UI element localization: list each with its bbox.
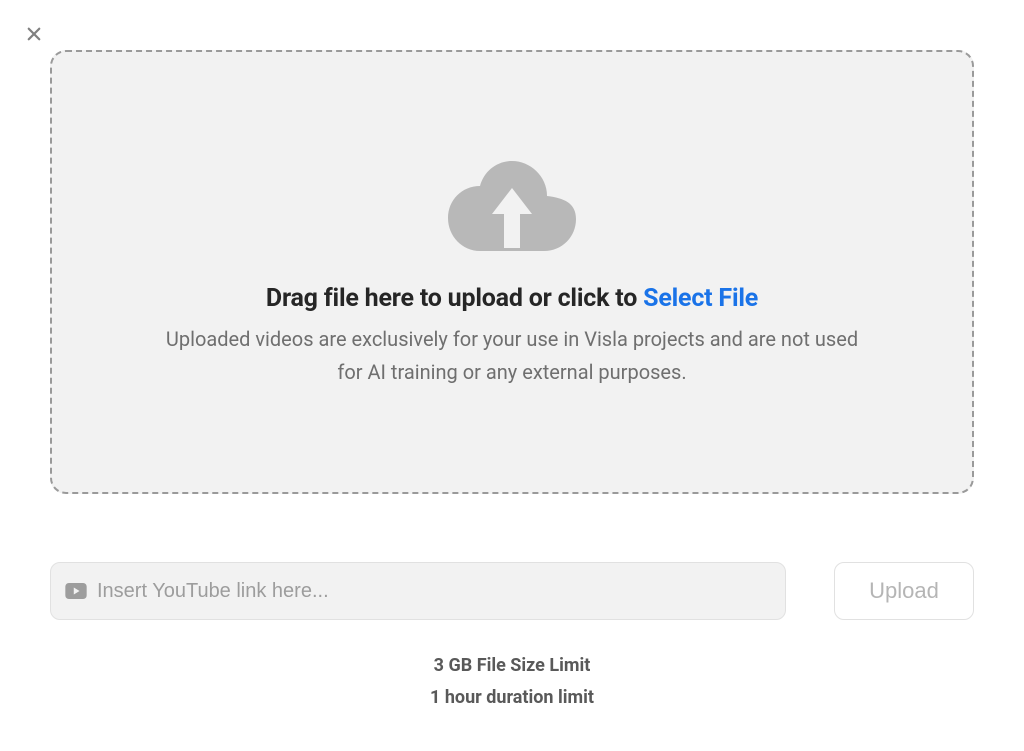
bottom-section: Upload 3 GB File Size Limit 1 hour durat… xyxy=(50,562,974,715)
close-button[interactable] xyxy=(24,24,44,44)
cloud-upload-icon xyxy=(442,156,582,266)
youtube-input-wrapper xyxy=(50,562,786,620)
close-icon xyxy=(25,25,43,43)
input-row: Upload xyxy=(50,562,974,620)
dropzone-title: Drag file here to upload or click to Sel… xyxy=(266,284,758,313)
youtube-link-input[interactable] xyxy=(97,563,771,619)
limits: 3 GB File Size Limit 1 hour duration lim… xyxy=(430,650,594,715)
dropzone-subtitle: Uploaded videos are exclusively for your… xyxy=(152,323,872,389)
file-size-limit: 3 GB File Size Limit xyxy=(430,650,594,682)
select-file-link[interactable]: Select File xyxy=(643,284,758,313)
upload-button[interactable]: Upload xyxy=(834,562,974,620)
youtube-icon xyxy=(65,583,87,599)
duration-limit: 1 hour duration limit xyxy=(430,682,594,714)
upload-modal: Drag file here to upload or click to Sel… xyxy=(0,0,1024,751)
dropzone-title-prefix: Drag file here to upload or click to xyxy=(266,284,643,313)
file-dropzone[interactable]: Drag file here to upload or click to Sel… xyxy=(50,50,974,494)
